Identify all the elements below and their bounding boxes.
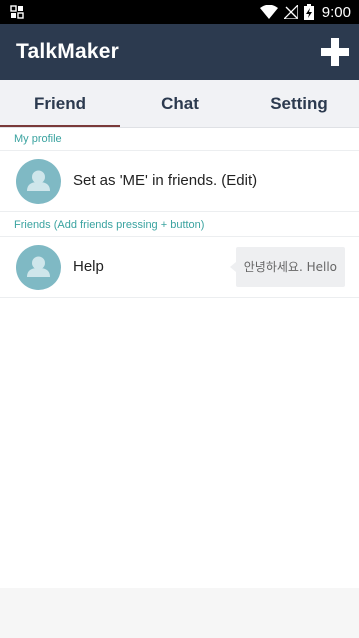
add-friend-button[interactable]	[321, 38, 349, 66]
tab-chat[interactable]: Chat	[120, 80, 240, 127]
app-title: TalkMaker	[16, 40, 119, 63]
app-notification-icon	[10, 5, 24, 19]
wifi-icon	[259, 5, 278, 19]
status-bar: 9:00	[0, 0, 359, 24]
avatar	[16, 245, 61, 290]
friend-name: Help	[73, 258, 104, 275]
person-icon	[27, 256, 50, 277]
tab-bar: Friend Chat Setting	[0, 80, 359, 128]
app-bar: TalkMaker	[0, 24, 359, 80]
my-profile-label: Set as 'ME' in friends. (Edit)	[73, 172, 258, 189]
tab-setting[interactable]: Setting	[239, 80, 359, 127]
status-time: 9:00	[321, 3, 351, 21]
friend-row-help[interactable]: Help 안녕하세요. Hello	[0, 237, 359, 298]
section-header-friends: Friends (Add friends pressing + button)	[0, 214, 359, 237]
bottom-area	[0, 588, 359, 638]
friend-status-message: 안녕하세요. Hello	[229, 247, 345, 287]
no-signal-icon	[283, 5, 298, 19]
tab-friend[interactable]: Friend	[0, 80, 120, 127]
section-header-my-profile: My profile	[0, 128, 359, 151]
tab-selected-indicator	[0, 125, 120, 127]
my-profile-row[interactable]: Set as 'ME' in friends. (Edit)	[0, 151, 359, 212]
plus-icon	[321, 38, 349, 66]
battery-charging-icon	[303, 4, 314, 20]
person-icon	[27, 170, 50, 191]
avatar	[16, 159, 61, 204]
